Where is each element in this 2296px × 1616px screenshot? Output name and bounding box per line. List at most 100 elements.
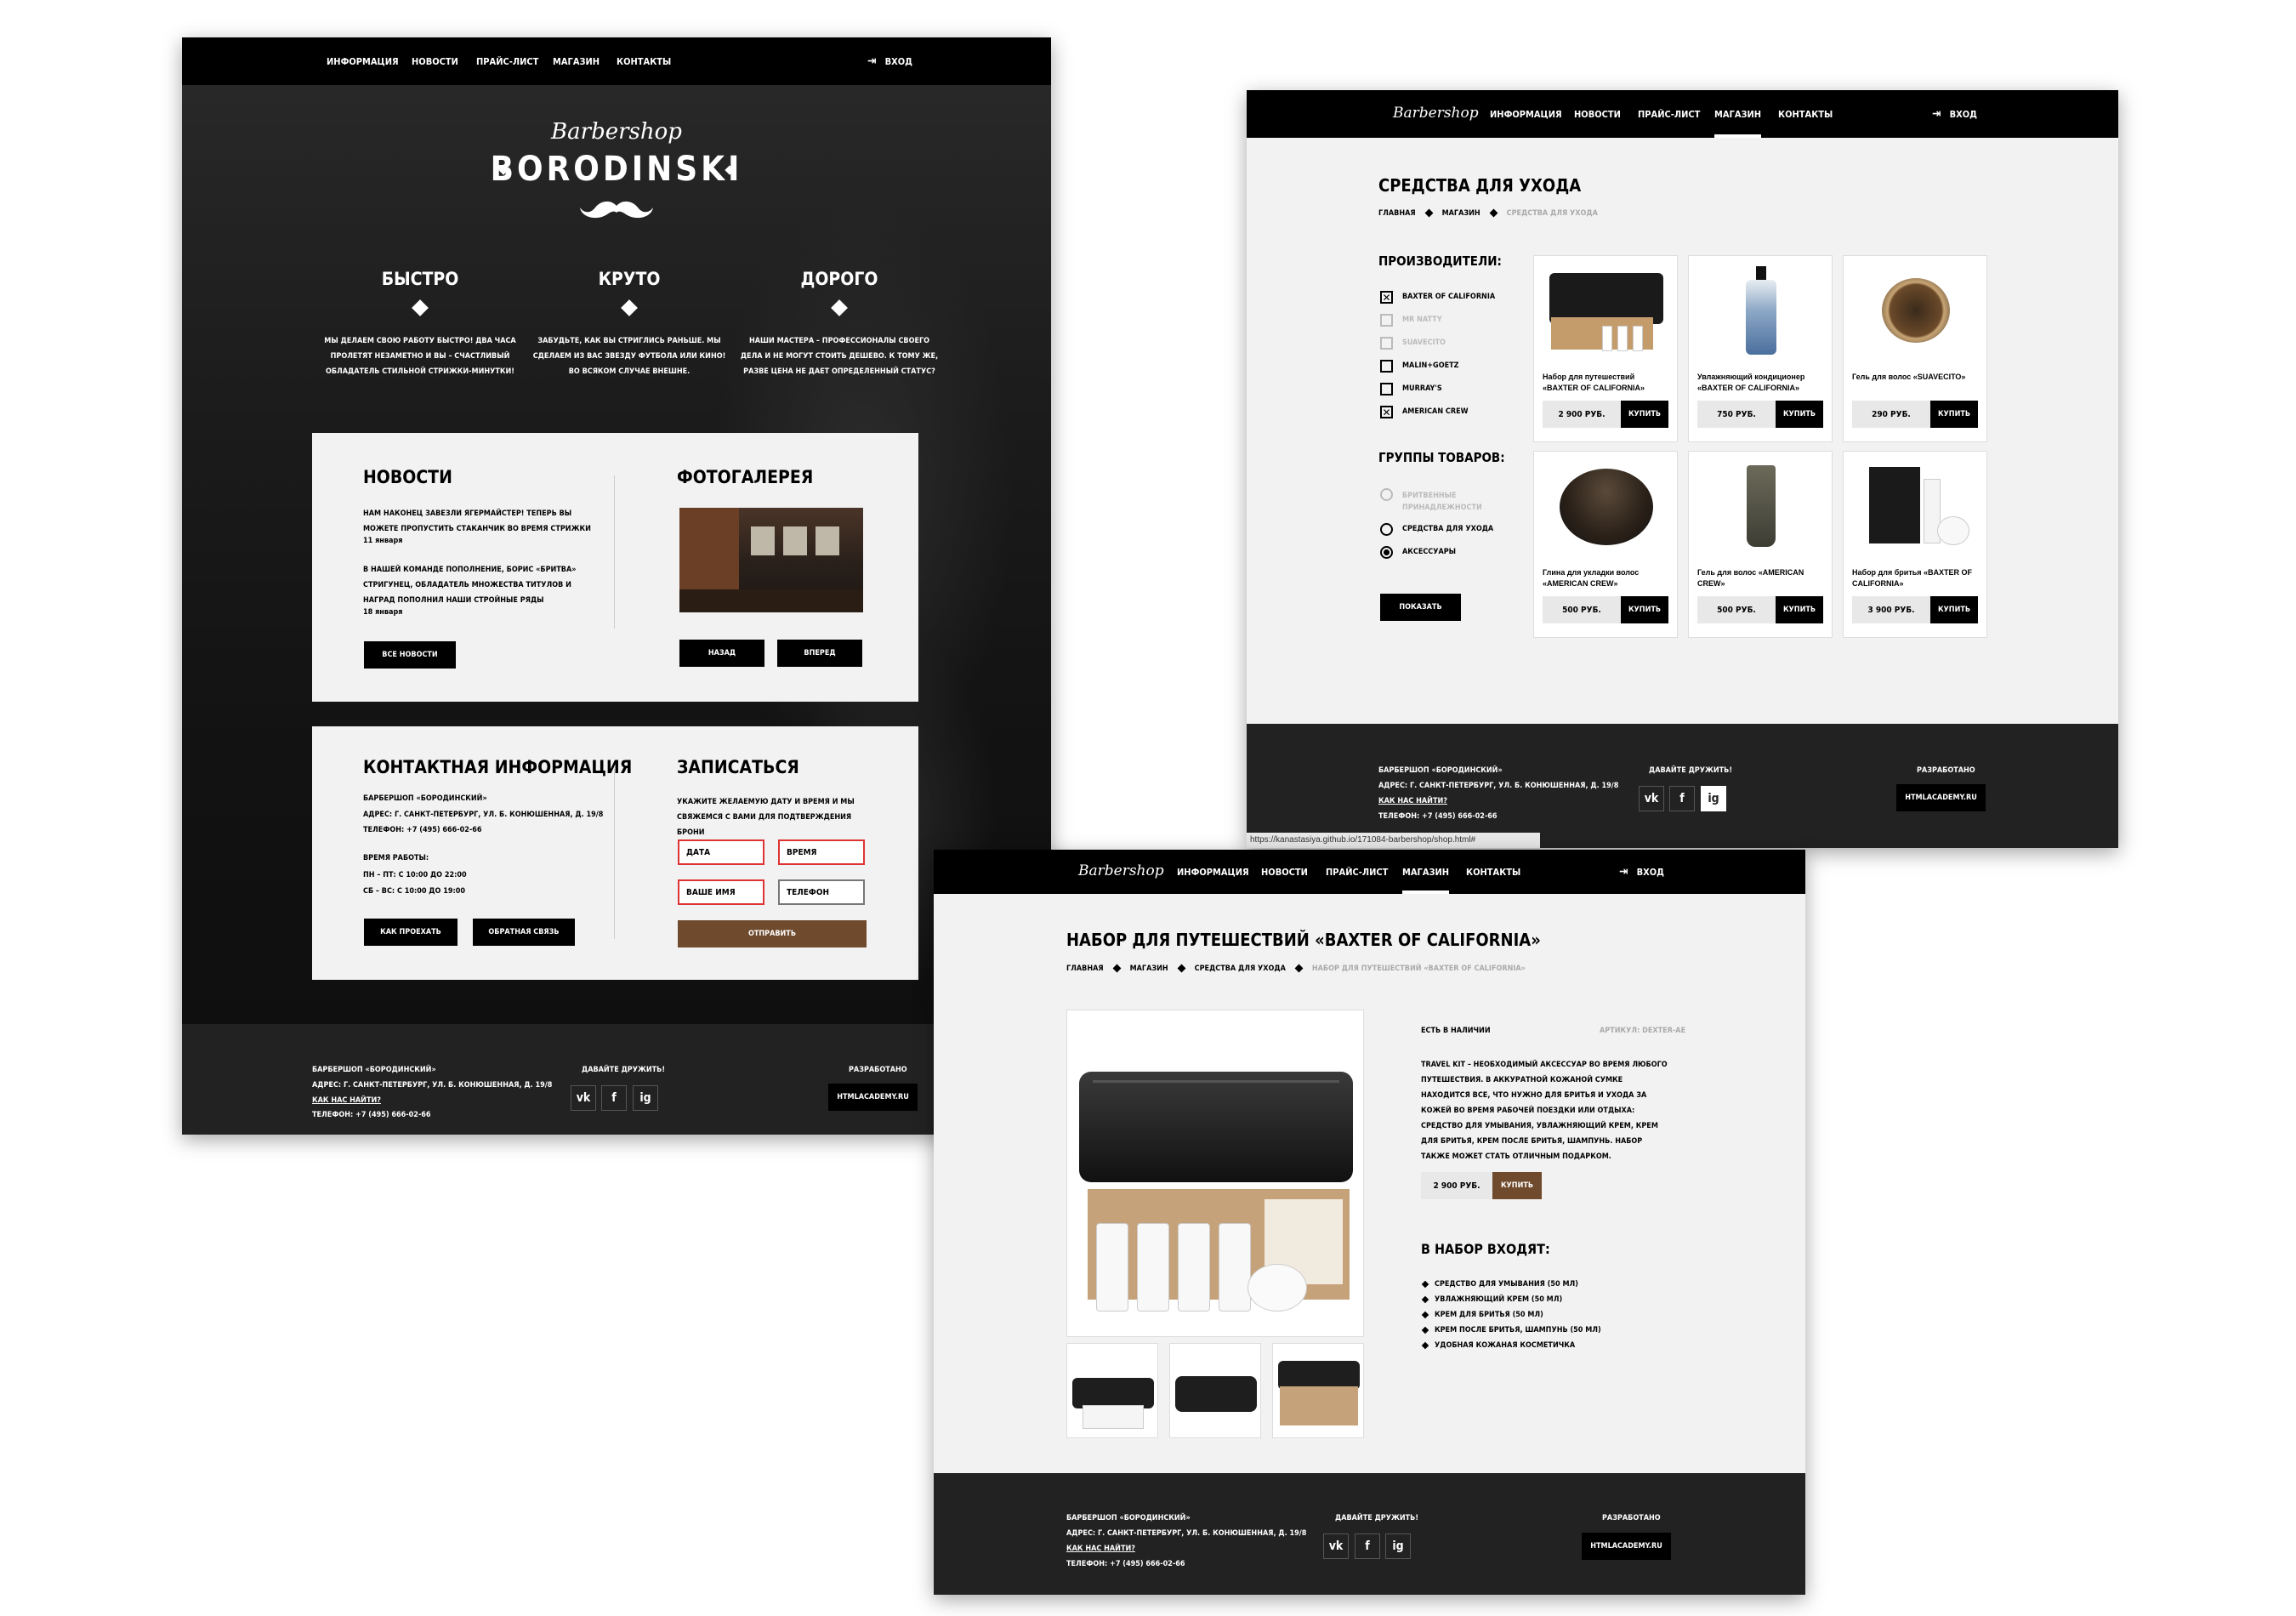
shop-breadcrumb-home[interactable]: ГЛАВНАЯ [1378,209,1416,218]
product-main-image [1066,1010,1364,1337]
groups-title: ГРУППЫ ТОВАРОВ: [1378,450,1505,465]
product-login-link[interactable]: ⇥ ВХОД [1619,865,1664,879]
booking-title: ЗАПИСАТЬСЯ [677,757,799,777]
booking-time-field[interactable]: ВРЕМЯ [778,839,865,865]
maker-checkbox-suavecito[interactable] [1380,337,1393,350]
footer-dev-link[interactable]: HTMLACADEMY.RU [1896,784,1986,811]
booking-submit-button[interactable]: ОТПРАВИТЬ [678,920,867,947]
product-breadcrumb-category[interactable]: СРЕДСТВА ДЛЯ УХОДА [1195,964,1286,973]
buy-button[interactable]: КУПИТЬ [1930,596,1978,623]
instagram-icon[interactable]: ig [633,1085,658,1111]
gallery-prev-button[interactable]: НАЗАД [679,640,764,667]
shop-nav-news[interactable]: НОВОСТИ [1574,109,1621,120]
product-nav-prices[interactable]: ПРАЙС-ЛИСТ [1326,867,1388,878]
product-card[interactable]: Гель для волос «SUAVECITO» 290 РУБ. КУПИ… [1843,255,1987,442]
logo-main: BORODINSKI [490,150,743,189]
list-bullet-icon [1421,1280,1429,1288]
product-price: 750 РУБ. [1697,401,1776,428]
footer-route-link[interactable]: КАК НАС НАЙТИ? [1066,1545,1135,1553]
contacts-title: КОНТАКТНАЯ ИНФОРМАЦИЯ [363,757,633,777]
kit-jar-shape [1247,1264,1307,1312]
product-card[interactable]: Гель для волос «AMERICAN CREW» 500 РУБ. … [1688,451,1833,638]
product-breadcrumb-home[interactable]: ГЛАВНАЯ [1066,964,1104,973]
instagram-icon[interactable]: ig [1385,1533,1411,1559]
maker-checkbox-baxter[interactable]: ✕ [1380,291,1393,304]
product-thumbnail-1[interactable] [1066,1343,1158,1438]
buy-button[interactable]: КУПИТЬ [1621,596,1668,623]
booking-phone-field[interactable]: ТЕЛЕФОН [778,879,865,905]
home-page-window: ИНФОРМАЦИЯ НОВОСТИ ПРАЙС-ЛИСТ МАГАЗИН КО… [182,37,1051,1135]
nav-item-prices[interactable]: ПРАЙС-ЛИСТ [476,56,538,67]
footer-phone: ТЕЛЕФОН: +7 (495) 666-02-66 [1066,1560,1185,1568]
facebook-icon[interactable]: f [601,1085,627,1111]
buy-button[interactable]: КУПИТЬ [1621,401,1668,428]
shop-logo[interactable]: Barbershop [1393,105,1479,122]
maker-checkbox-malin[interactable] [1380,360,1393,373]
shop-breadcrumbs: ГЛАВНАЯ МАГАЗИН СРЕДСТВА ДЛЯ УХОДА [1378,208,1598,218]
product-thumbnail-2[interactable] [1169,1343,1261,1438]
product-thumbnail-3[interactable] [1272,1343,1364,1438]
shop-nav-info[interactable]: ИНФОРМАЦИЯ [1490,109,1562,120]
show-button[interactable]: ПОКАЗАТЬ [1380,594,1461,621]
group-radio-care[interactable] [1380,523,1393,536]
footer-address: АДРЕС: Г. САНКТ-ПЕТЕРБУРГ, УЛ. Б. КОНЮШЕ… [1066,1529,1307,1538]
buy-button[interactable]: КУПИТЬ [1776,596,1823,623]
vk-icon[interactable]: vk [1323,1533,1349,1559]
product-detail-price: 2 900 РУБ. [1421,1172,1492,1199]
thumb-box-shape [1280,1386,1358,1425]
product-card[interactable]: Набор для путешествий «BAXTER OF CALIFOR… [1533,255,1678,442]
maker-checkbox-mrnatty[interactable] [1380,314,1393,327]
product-card[interactable]: Глина для укладки волос «AMERICAN CREW» … [1533,451,1678,638]
nav-item-shop[interactable]: МАГАЗИН [553,56,600,67]
product-price: 2 900 РУБ. [1543,401,1621,428]
product-nav-contacts[interactable]: КОНТАКТЫ [1466,867,1520,878]
footer-name: БАРБЕРШОП «БОРОДИНСКИЙ» [312,1066,436,1074]
product-breadcrumb-shop[interactable]: МАГАЗИН [1130,964,1168,973]
shop-nav-prices[interactable]: ПРАЙС-ЛИСТ [1638,109,1700,120]
booking-name-field[interactable]: ВАШЕ ИМЯ [678,879,764,905]
news-gallery-panel: НОВОСТИ НАМ НАКОНЕЦ ЗАВЕЗЛИ ЯГЕРМАЙСТЕР!… [312,433,918,702]
vk-icon[interactable]: vk [571,1085,596,1111]
buy-button[interactable]: КУПИТЬ [1930,401,1978,428]
product-nav-info[interactable]: ИНФОРМАЦИЯ [1177,867,1249,878]
shop-nav-shop[interactable]: МАГАЗИН [1714,109,1762,138]
shop-breadcrumb-shop[interactable]: МАГАЗИН [1442,209,1480,218]
footer-dev-link[interactable]: HTMLACADEMY.RU [828,1084,918,1111]
facebook-icon[interactable]: f [1669,786,1695,811]
feature-text-fast: МЫ ДЕЛАЕМ СВОЮ РАБОТУ БЫСТРО! ДВА ЧАСА П… [324,337,516,376]
product-nav-shop[interactable]: МАГАЗИН [1402,867,1450,894]
product-logo[interactable]: Barbershop [1078,862,1164,879]
group-radio-accessories[interactable] [1380,546,1393,559]
gallery-next-button[interactable]: ВПЕРЕД [777,640,862,667]
shop-login-link[interactable]: ⇥ ВХОД [1932,107,1977,121]
nav-item-contacts[interactable]: КОНТАКТЫ [617,56,671,67]
nav-item-news[interactable]: НОВОСТИ [412,56,458,67]
facebook-icon[interactable]: f [1355,1533,1380,1559]
login-link[interactable]: ⇥ ВХОД [867,54,912,68]
thumb-bottles-shape [1083,1405,1144,1429]
product-card[interactable]: Увлажняющий кондиционер «BAXTER OF CALIF… [1688,255,1833,442]
maker-checkbox-murrays[interactable] [1380,383,1393,395]
nav-item-info[interactable]: ИНФОРМАЦИЯ [327,56,399,67]
product-card[interactable]: Набор для бритья «BAXTER OF CALIFORNIA» … [1843,451,1987,638]
kit-bottle-shape [1137,1223,1169,1312]
product-price: 500 РУБ. [1543,596,1621,623]
vk-icon[interactable]: vk [1639,786,1664,811]
feedback-button[interactable]: ОБРАТНАЯ СВЯЗЬ [473,919,575,946]
product-nav-news[interactable]: НОВОСТИ [1261,867,1308,878]
instagram-icon[interactable]: ig [1701,786,1726,811]
contacts-phone: ТЕЛЕФОН: +7 (495) 666-02-66 [363,826,482,834]
buy-button[interactable]: КУПИТЬ [1776,401,1823,428]
route-button[interactable]: КАК ПРОЕХАТЬ [364,919,457,946]
footer-route-link[interactable]: КАК НАС НАЙТИ? [1378,797,1447,805]
booking-date-field[interactable]: ДАТА [678,839,764,865]
footer-social-title: ДАВАЙТЕ ДРУЖИТЬ! [582,1066,666,1074]
footer-route-link[interactable]: КАК НАС НАЙТИ? [312,1096,381,1105]
bottle-shape [1602,326,1612,351]
maker-checkbox-americancrew[interactable]: ✕ [1380,406,1393,418]
all-news-button[interactable]: ВСЕ НОВОСТИ [364,641,456,669]
footer-dev-link[interactable]: HTMLACADEMY.RU [1582,1533,1671,1560]
product-buy-button[interactable]: КУПИТЬ [1492,1172,1542,1199]
group-radio-shaving[interactable] [1380,488,1393,501]
shop-nav-contacts[interactable]: КОНТАКТЫ [1778,109,1833,120]
